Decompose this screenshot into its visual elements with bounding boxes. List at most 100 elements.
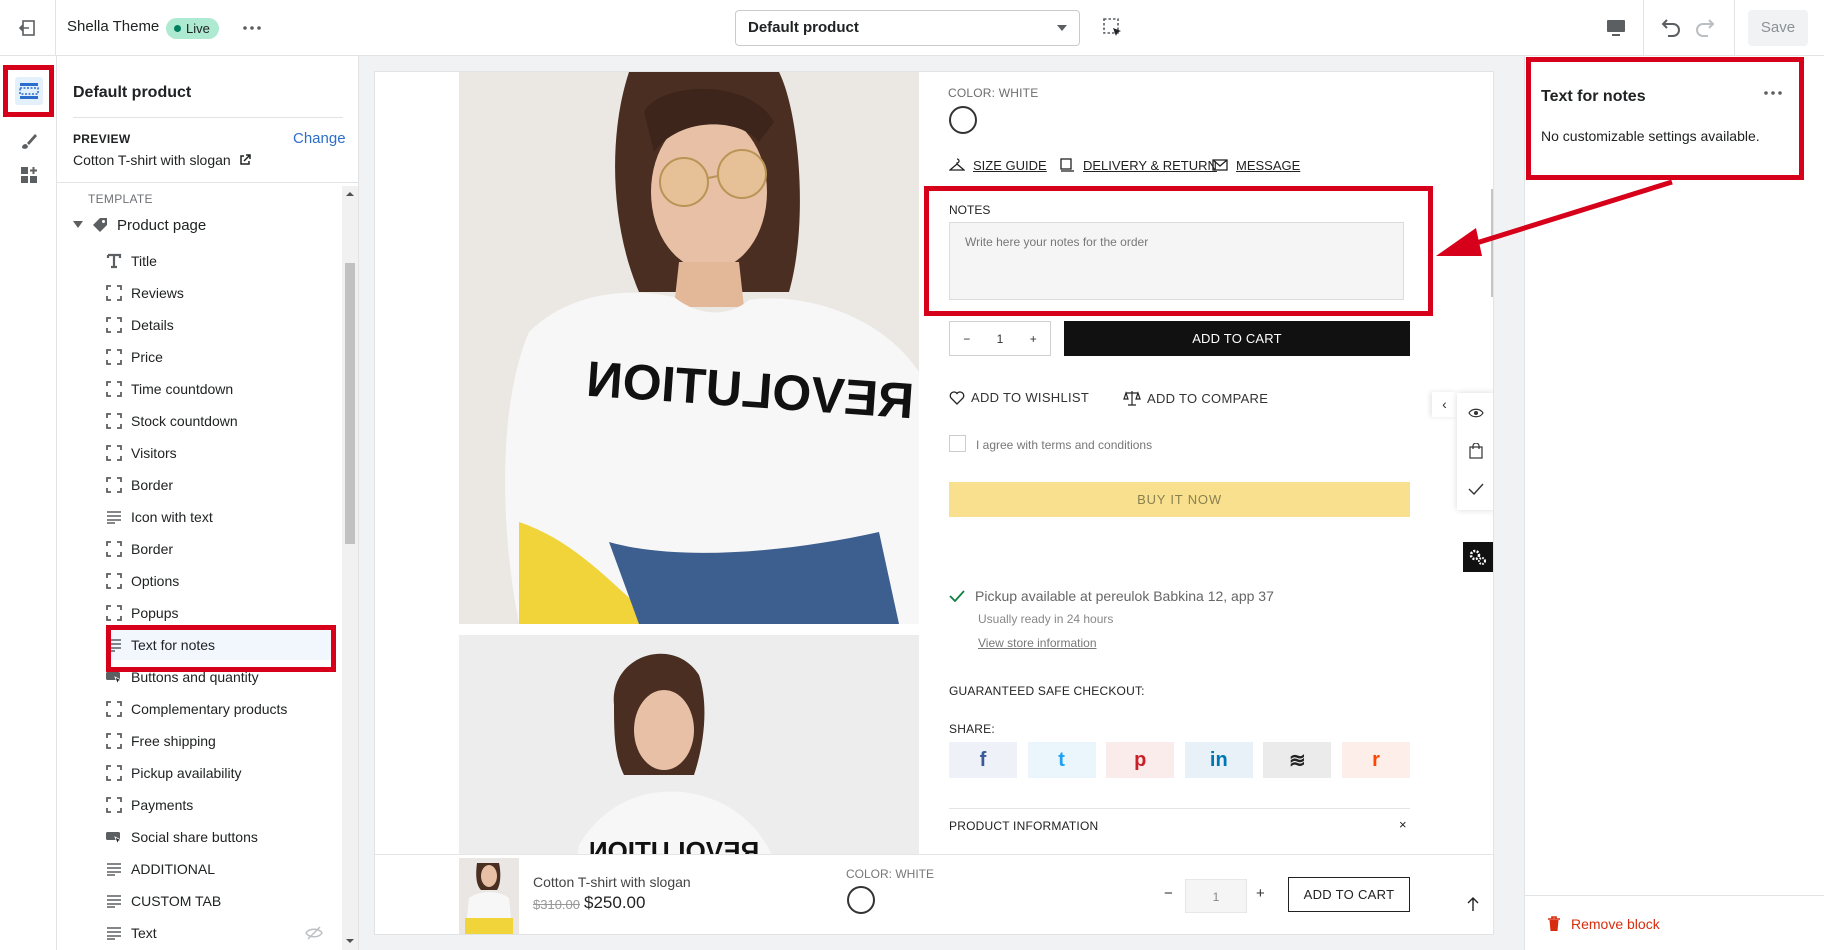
preview-product[interactable]: Cotton T-shirt with slogan bbox=[73, 152, 251, 168]
add-to-compare-link[interactable]: ADD TO COMPARE bbox=[1123, 390, 1268, 406]
eye-icon[interactable] bbox=[1468, 407, 1484, 419]
quantity-increase-button[interactable]: + bbox=[1030, 332, 1037, 346]
block-item-label: Popups bbox=[131, 605, 179, 621]
add-to-cart-button[interactable]: ADD TO CART bbox=[1064, 321, 1410, 356]
product-page-label: Product page bbox=[117, 216, 207, 234]
back-to-top-arrow-icon[interactable] bbox=[1467, 896, 1479, 912]
facebook-icon: f bbox=[979, 748, 987, 771]
shopping-bag-icon[interactable] bbox=[1469, 443, 1483, 459]
size-guide-label: SIZE GUIDE bbox=[973, 157, 1047, 173]
pinterest-share-button[interactable]: p bbox=[1106, 742, 1175, 778]
divider bbox=[1734, 0, 1735, 56]
sections-tab[interactable] bbox=[15, 77, 43, 105]
buffer-share-button[interactable]: ≋ bbox=[1263, 742, 1332, 778]
scroll-up-arrow-icon[interactable] bbox=[345, 189, 355, 199]
undo-icon bbox=[1661, 19, 1680, 37]
buy-it-now-button[interactable]: BUY IT NOW bbox=[949, 482, 1410, 517]
block-item-free-shipping[interactable]: Free shipping bbox=[105, 726, 335, 756]
block-item-icon-with-text[interactable]: Icon with text bbox=[105, 502, 335, 532]
collapse-toolbar-button[interactable]: ‹ bbox=[1432, 392, 1457, 417]
view-store-information-link[interactable]: View store information bbox=[978, 636, 1097, 650]
sidebar-scrollbar-thumb[interactable] bbox=[345, 263, 355, 544]
block-item-label: Payments bbox=[131, 797, 194, 813]
save-button[interactable]: Save bbox=[1748, 10, 1808, 46]
pinterest-icon: p bbox=[1134, 748, 1147, 771]
settings-gear-button[interactable] bbox=[1463, 542, 1493, 572]
product-page-section[interactable]: Product page bbox=[73, 216, 206, 234]
more-horizontal-icon bbox=[243, 26, 261, 30]
block-icon bbox=[105, 796, 123, 814]
block-item-label: Details bbox=[131, 317, 174, 333]
app-embeds-tab[interactable] bbox=[14, 160, 44, 190]
quantity-value[interactable]: 1 bbox=[997, 332, 1004, 346]
twitter-share-button[interactable]: t bbox=[1027, 742, 1096, 778]
delivery-icon bbox=[1060, 158, 1074, 172]
product-information-tab[interactable]: PRODUCT INFORMATION bbox=[949, 819, 1098, 833]
sticky-quantity-input[interactable]: 1 bbox=[1185, 879, 1247, 913]
sticky-quantity-decrease[interactable]: − bbox=[1164, 885, 1173, 902]
message-link[interactable]: MESSAGE bbox=[1212, 157, 1300, 173]
block-item-stock-countdown[interactable]: Stock countdown bbox=[105, 406, 335, 436]
pickup-availability: Pickup available at pereulok Babkina 12,… bbox=[949, 588, 1274, 604]
block-icon bbox=[105, 476, 123, 494]
sticky-product-thumbnail bbox=[459, 858, 519, 934]
block-item-options[interactable]: Options bbox=[105, 566, 335, 596]
template-select[interactable]: Default product bbox=[735, 10, 1080, 46]
block-item-border[interactable]: Border bbox=[105, 470, 335, 500]
live-dot-icon bbox=[174, 25, 181, 32]
linkedin-share-button[interactable]: in bbox=[1184, 742, 1253, 778]
inspect-mode-button[interactable] bbox=[1101, 16, 1125, 40]
theme-actions-button[interactable] bbox=[238, 16, 266, 40]
sticky-color-swatch[interactable] bbox=[847, 886, 875, 914]
block-item-custom-tab[interactable]: CUSTOM TAB bbox=[105, 886, 335, 916]
block-item-title[interactable]: Title bbox=[105, 246, 335, 276]
block-item-time-countdown[interactable]: Time countdown bbox=[105, 374, 335, 404]
desktop-view-button[interactable] bbox=[1601, 13, 1631, 43]
terms-checkbox[interactable] bbox=[949, 435, 966, 452]
desktop-icon bbox=[1607, 20, 1625, 36]
block-item-popups[interactable]: Popups bbox=[105, 598, 335, 628]
block-item-pickup-availability[interactable]: Pickup availability bbox=[105, 758, 335, 788]
change-preview-link[interactable]: Change bbox=[293, 130, 346, 147]
hidden-eye-icon[interactable] bbox=[305, 926, 323, 940]
lines-icon bbox=[105, 860, 123, 878]
sticky-quantity-increase[interactable]: + bbox=[1256, 885, 1265, 902]
checkmark-icon bbox=[949, 590, 965, 602]
reddit-share-button[interactable]: r bbox=[1342, 742, 1410, 778]
color-swatch-white[interactable] bbox=[949, 106, 977, 134]
redo-button[interactable] bbox=[1692, 14, 1720, 42]
quantity-decrease-button[interactable]: − bbox=[963, 332, 970, 346]
block-item-additional[interactable]: ADDITIONAL bbox=[105, 854, 335, 884]
facebook-share-button[interactable]: f bbox=[949, 742, 1017, 778]
product-image-main[interactable]: REVOLUTION bbox=[459, 72, 919, 624]
block-item-border[interactable]: Border bbox=[105, 534, 335, 564]
sections-tab-highlight[interactable] bbox=[3, 65, 54, 117]
block-item-price[interactable]: Price bbox=[105, 342, 335, 372]
pickup-text: Pickup available at pereulok Babkina 12,… bbox=[975, 588, 1274, 604]
exit-editor-button[interactable] bbox=[0, 0, 56, 56]
undo-button[interactable] bbox=[1656, 14, 1684, 42]
quantity-stepper[interactable]: − 1 + bbox=[949, 321, 1051, 356]
block-item-details[interactable]: Details bbox=[105, 310, 335, 340]
sticky-add-to-cart-button[interactable]: ADD TO CART bbox=[1288, 877, 1410, 912]
remove-block-button[interactable]: Remove block bbox=[1547, 916, 1660, 932]
redo-icon bbox=[1696, 19, 1715, 37]
theme-settings-tab[interactable] bbox=[14, 126, 44, 156]
check-icon[interactable] bbox=[1468, 483, 1484, 495]
block-item-visitors[interactable]: Visitors bbox=[105, 438, 335, 468]
scroll-down-arrow-icon[interactable] bbox=[345, 936, 355, 946]
block-item-complementary-products[interactable]: Complementary products bbox=[105, 694, 335, 724]
message-icon bbox=[1212, 159, 1228, 171]
size-guide-link[interactable]: SIZE GUIDE bbox=[949, 157, 1047, 173]
block-item-reviews[interactable]: Reviews bbox=[105, 278, 335, 308]
block-item-label: ADDITIONAL bbox=[131, 861, 216, 877]
tag-icon bbox=[93, 218, 107, 232]
block-item-social-share-buttons[interactable]: Social share buttons bbox=[105, 822, 335, 852]
collapse-caret-icon[interactable] bbox=[73, 221, 83, 229]
block-item-text[interactable]: Text bbox=[105, 918, 335, 948]
close-icon[interactable]: × bbox=[1399, 817, 1407, 832]
live-status-badge: Live bbox=[166, 18, 219, 39]
block-item-payments[interactable]: Payments bbox=[105, 790, 335, 820]
delivery-return-link[interactable]: DELIVERY & RETURN bbox=[1059, 157, 1217, 173]
add-to-wishlist-link[interactable]: ADD TO WISHLIST bbox=[949, 390, 1089, 405]
